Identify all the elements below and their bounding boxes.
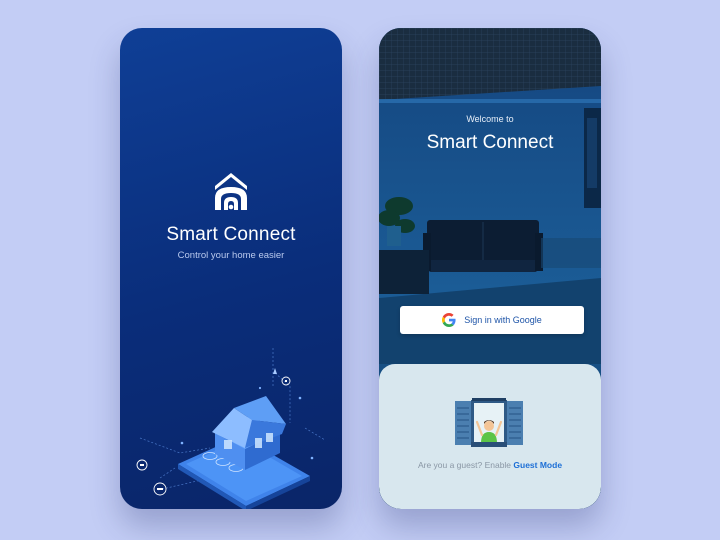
google-sign-in-label: Sign in with Google	[464, 315, 542, 325]
guest-mode-text: Are you a guest? Enable Guest Mode	[379, 460, 601, 470]
google-g-icon	[442, 313, 456, 327]
welcome-app-title: Smart Connect	[426, 132, 554, 153]
guest-mode-panel: Are you a guest? Enable Guest Mode	[379, 364, 601, 509]
splash-screen: Smart Connect Control your home easier	[120, 28, 342, 509]
welcome-greeting: Welcome to	[466, 114, 514, 124]
google-sign-in-button[interactable]: Sign in with Google	[400, 306, 584, 334]
app-tagline: Control your home easier	[177, 250, 285, 261]
person-waving-at-window-icon	[455, 398, 523, 447]
welcome-screen: Welcome to Smart Connect Sign in with Go…	[379, 28, 601, 509]
guest-prompt: Are you a guest? Enable	[417, 460, 514, 470]
app-title: Smart Connect	[166, 224, 296, 245]
guest-mode-link[interactable]: Guest Mode	[513, 460, 562, 470]
smart-home-illustration-icon	[136, 348, 326, 509]
